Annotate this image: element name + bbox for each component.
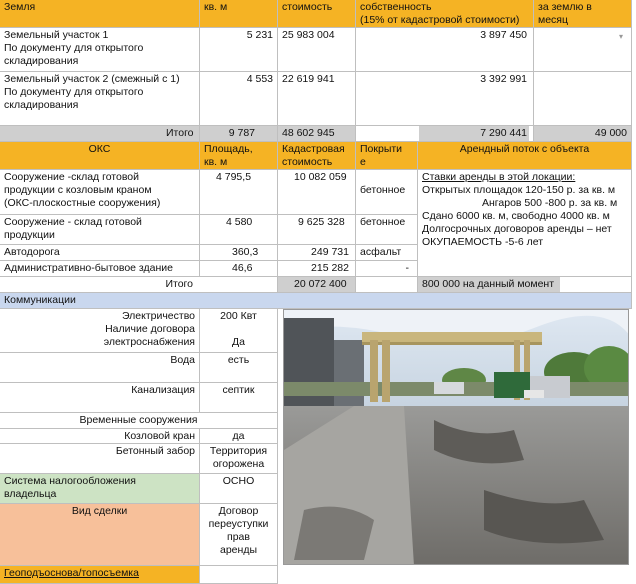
land-row-1-value: 3 897 450 (356, 28, 534, 72)
oks-row-1-name: Сооружение -склад готовой продукции с ко… (0, 170, 200, 215)
oks-row-2-area: 4 580 (200, 215, 278, 245)
communications-title: Коммуникации (0, 293, 632, 309)
land-row-1-monthly[interactable] (534, 28, 632, 72)
geo-label: Геоподъоснова/топосъемка (0, 566, 200, 584)
header-monthly: за землю в месяц (534, 0, 632, 28)
oks-row-1-area: 4 795,5 (200, 170, 278, 215)
oks-row-4-cover: - (356, 261, 418, 277)
dropdown-marker-icon[interactable]: ▾ (619, 32, 628, 41)
header-area: Площадь, кв. м (200, 142, 278, 170)
land-row-1-sqm: 5 231 (200, 28, 278, 72)
header-rent-flow: Арендный поток с объекта (418, 142, 632, 170)
land-row-2-value: 3 392 991 (356, 72, 534, 126)
oks-row-2-cover: бетонное (356, 215, 418, 245)
oks-row-3-cover: асфальт (356, 245, 418, 261)
oks-row-3-area: 360,3 (200, 245, 278, 261)
rent-info-title: Ставки аренды в этой локации: (422, 171, 576, 183)
header-land: Земля (0, 0, 200, 28)
oks-total-label: Итого (0, 277, 278, 293)
water-value: есть (200, 353, 278, 383)
oks-total-rent: 800 000 на данный момент (418, 277, 560, 292)
electricity-value: 200 Квт Да (200, 309, 278, 353)
land-total-value-cell: 7 290 441 (356, 126, 534, 142)
rent-info-line2: Ангаров 500 -800 р. за кв. м (482, 197, 618, 209)
sewer-label: Канализация (0, 383, 200, 413)
land-row-1-cost: 25 983 004 (278, 28, 356, 72)
oks-row-4-name: Административно-бытовое здание (0, 261, 200, 277)
land-total-cost: 48 602 945 (278, 126, 356, 142)
rent-info-line3: Сдано 6000 кв. м, свободно 4000 кв. м (422, 210, 610, 222)
sewer-value: септик (200, 383, 278, 413)
oks-total-empty (356, 277, 418, 293)
header-ownership: собственность (15% от кадастровой стоимо… (356, 0, 534, 28)
oks-row-3-name: Автодорога (0, 245, 200, 261)
header-cost: стоимость (278, 0, 356, 28)
oks-total-cost: 20 072 400 (278, 277, 356, 293)
rent-info-line4: Долгосрочных договоров аренды – нет (422, 223, 612, 235)
land-total-sqm: 9 787 (200, 126, 278, 142)
land-total-monthly: 49 000 (534, 126, 632, 142)
crane-label: Козловой кран (0, 429, 200, 444)
header-cad-cost: Кадастровая стоимость (278, 142, 356, 170)
rent-info: Ставки аренды в этой локации: Открытых п… (418, 170, 632, 277)
site-photo (283, 309, 629, 565)
geo-value (200, 566, 278, 584)
oks-row-3-cost: 249 731 (278, 245, 356, 261)
rent-info-line5: ОКУПАЕМОСТЬ -5-6 лет (422, 236, 544, 248)
land-row-2-monthly[interactable] (534, 72, 632, 126)
land-row-2-name: Земельный участок 2 (смежный с 1) По док… (0, 72, 200, 126)
rent-info-line1: Открытых площадок 120-150 р. за кв. м (422, 184, 616, 196)
water-label: Вода (0, 353, 200, 383)
tax-value: ОСНО (200, 474, 278, 504)
electricity-label: Электричество Наличие договора электросн… (0, 309, 200, 353)
crane-value: да (200, 429, 278, 444)
land-total-cell: Итого (0, 126, 200, 142)
oks-row-4-area: 46,6 (200, 261, 278, 277)
oks-row-1-cover: бетонное (356, 170, 418, 215)
land-row-2-sqm: 4 553 (200, 72, 278, 126)
fence-label: Бетонный забор (0, 444, 200, 474)
header-sqm: кв. м (200, 0, 278, 28)
header-oks: ОКС (0, 142, 200, 170)
site-photo-image (284, 310, 628, 564)
deal-value: Договор переуступки прав аренды (200, 504, 278, 566)
fence-value: Территория огорожена (200, 444, 278, 474)
temporary-title: Временные сооружения (0, 413, 278, 429)
tax-label: Система налогообложения владельца (0, 474, 200, 504)
oks-row-4-cost: 215 282 (278, 261, 356, 277)
header-cover: Покрыти е (356, 142, 418, 170)
oks-row-2-cost: 9 625 328 (278, 215, 356, 245)
deal-label: Вид сделки (0, 504, 200, 566)
oks-row-2-name: Сооружение - склад готовой продукции (0, 215, 200, 245)
oks-row-1-cost: 10 082 059 (278, 170, 356, 215)
land-row-1-name: Земельный участок 1 По документу для отк… (0, 28, 200, 72)
oks-total-rent-cell: 800 000 на данный момент (418, 277, 632, 293)
land-total-label: Итого (166, 127, 194, 139)
land-total-value: 7 290 441 (419, 126, 529, 141)
land-row-2-cost: 22 619 941 (278, 72, 356, 126)
